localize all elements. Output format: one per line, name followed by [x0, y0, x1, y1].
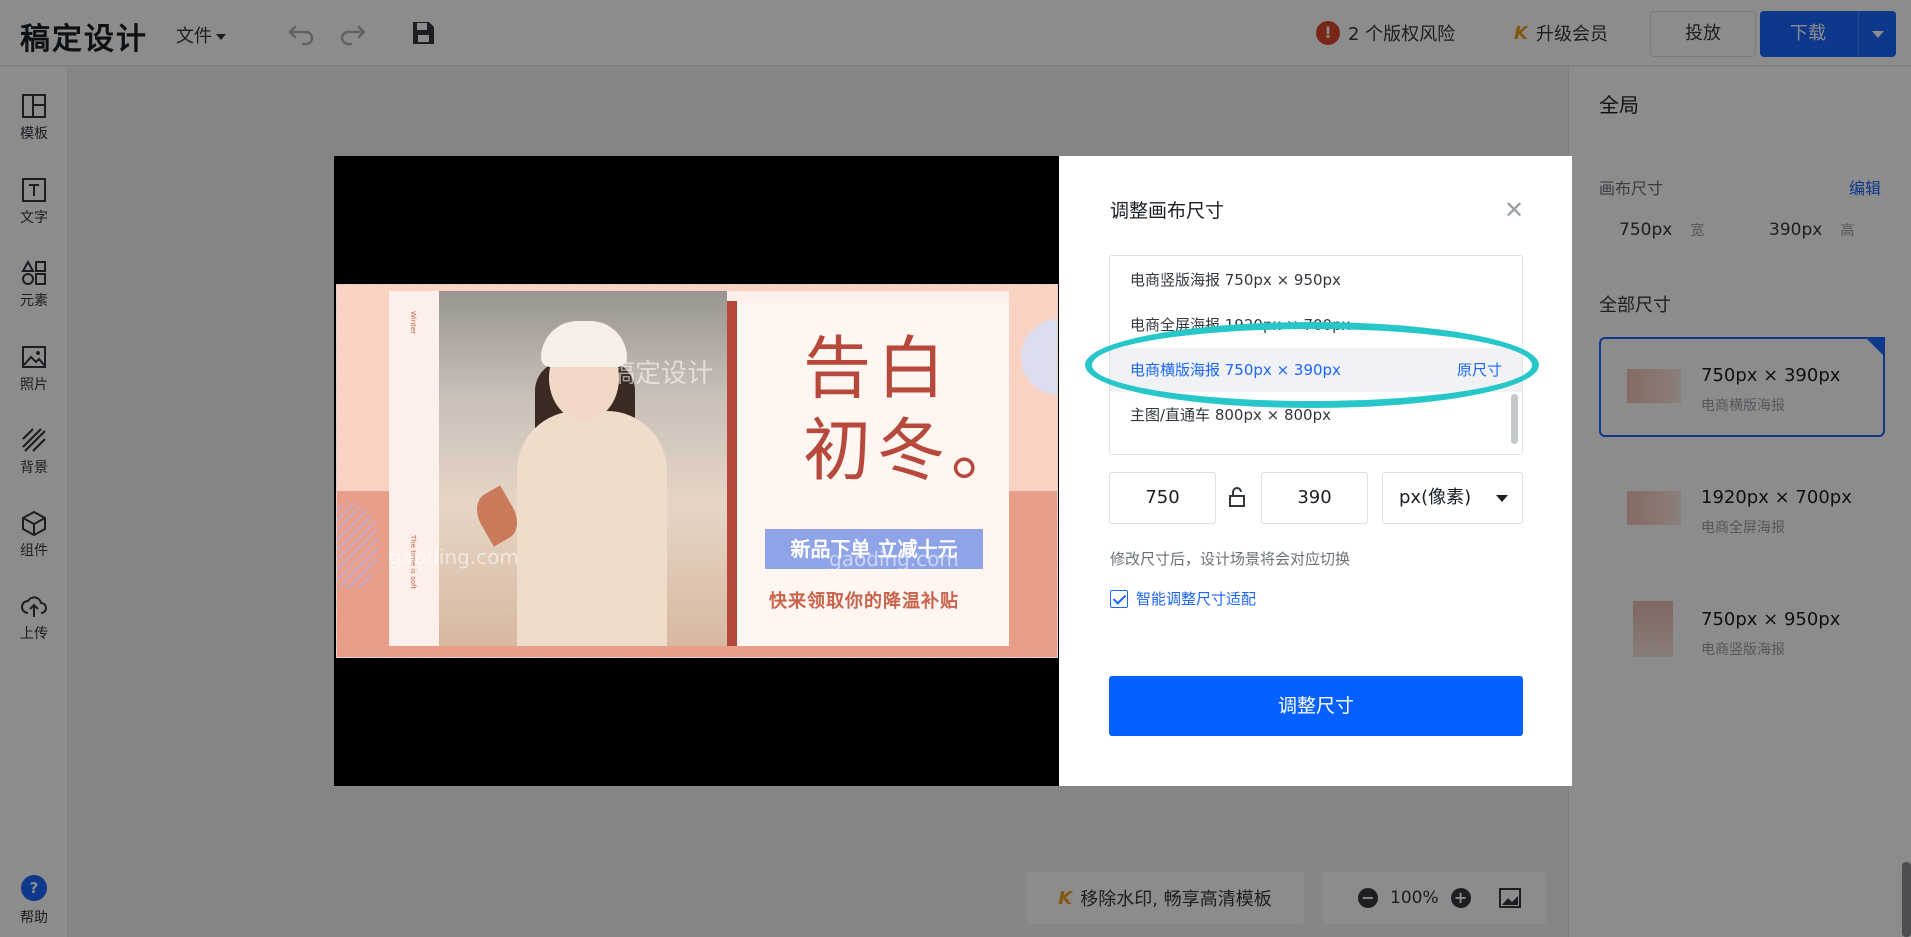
smart-fit-label: 智能调整尺寸适配 [1136, 590, 1257, 608]
promo-tag: 新品下单 立减十元 [765, 529, 983, 569]
model-photo [439, 291, 727, 646]
photo-hat [541, 321, 627, 367]
unit-select-value: px(像素) [1399, 487, 1472, 508]
blue-circle-decoration [1021, 319, 1057, 395]
dialog-title: 调整画布尺寸 [1110, 200, 1225, 222]
smart-fit-checkbox[interactable]: 智能调整尺寸适配 [1110, 588, 1256, 609]
height-input[interactable]: 390 [1261, 472, 1368, 524]
width-input[interactable]: 750 [1109, 472, 1216, 524]
canvas-preview: Winter The time is soft 告白 初冬。 新品下单 立减十元… [334, 156, 1059, 786]
unlock-icon[interactable] [1227, 486, 1247, 508]
red-bar-decoration [727, 301, 737, 646]
resize-hint: 修改尺寸后，设计场景将会对应切换 [1110, 550, 1351, 568]
preset-list-scrollbar[interactable] [1511, 394, 1518, 444]
preset-item[interactable]: 电商竖版海报 750px × 950px [1110, 258, 1522, 302]
poster-headline: 告白 初冬。 [803, 329, 1025, 493]
checkbox-checked-icon[interactable] [1110, 589, 1128, 608]
headline-line-1: 告白 [803, 330, 952, 409]
highlight-ellipse-annotation [1085, 322, 1539, 408]
headline-line-2: 初冬。 [803, 412, 1026, 491]
vertical-text: The time is soft [409, 535, 417, 590]
photo-coat [517, 411, 667, 646]
poster-subtitle: 快来领取你的降温补贴 [769, 591, 959, 612]
vertical-text: Winter [409, 311, 417, 335]
chevron-down-icon [1496, 495, 1508, 502]
close-icon[interactable]: ✕ [1504, 196, 1524, 224]
apply-resize-button[interactable]: 调整尺寸 [1109, 676, 1523, 736]
unit-select[interactable]: px(像素) [1382, 472, 1523, 524]
poster-canvas: Winter The time is soft 告白 初冬。 新品下单 立减十元… [336, 284, 1058, 658]
preset-label: 电商竖版海报 750px × 950px [1130, 271, 1341, 289]
preset-label: 主图/直通车 800px × 800px [1130, 406, 1331, 424]
resize-canvas-dialog: Winter The time is soft 告白 初冬。 新品下单 立减十元… [334, 156, 1572, 786]
